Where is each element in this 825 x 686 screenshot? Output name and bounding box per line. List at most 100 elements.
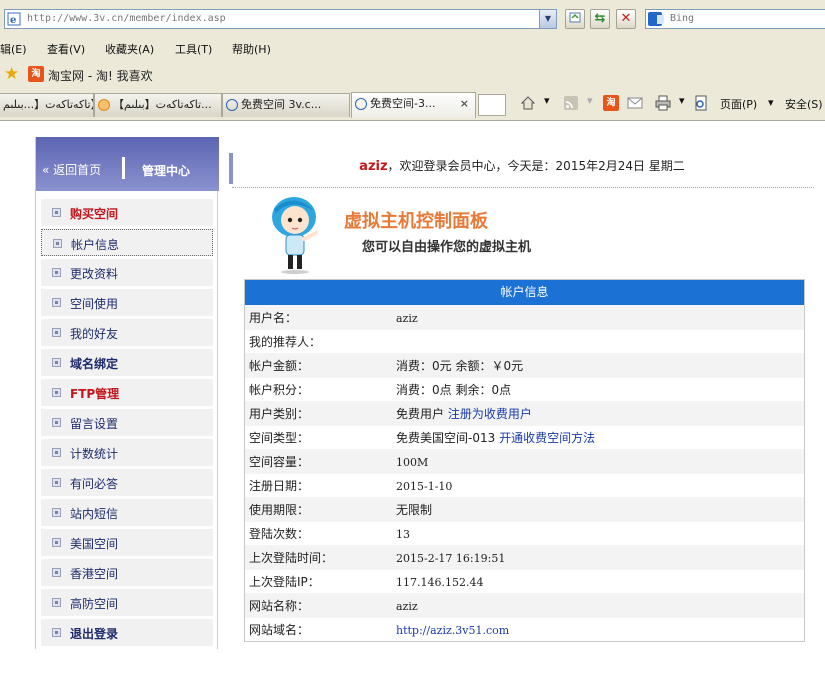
table-row: 注册日期： 2015-1-10 bbox=[245, 473, 804, 498]
sidebar-item-label: 香港空间 bbox=[70, 567, 119, 581]
sidebar-item-label: 高防空间 bbox=[70, 597, 119, 611]
tab-bar: ئا【تاکەتاکەت【...بىلىم 【تاکەتاکەت【بىلىم..… bbox=[0, 89, 825, 121]
safety-menu[interactable]: 安全(S) bbox=[785, 96, 823, 112]
paid-space-guide-link[interactable]: 开通收费空间方法 bbox=[499, 431, 595, 445]
tab-1-label: ئا【تاکەتاکەت【...بىلىم bbox=[3, 98, 93, 111]
sidebar-item-faq[interactable]: 有问必答 bbox=[41, 469, 213, 496]
row-value: aziz bbox=[396, 311, 418, 325]
sidebar-item-label: 购买空间 bbox=[70, 207, 119, 221]
square-bullet-icon bbox=[52, 388, 61, 397]
sidebar-item-space-usage[interactable]: 空间使用 bbox=[41, 289, 213, 316]
page-dropdown-icon[interactable]: ▾ bbox=[768, 96, 774, 109]
url-text: http://www.3v.cn/member/index.asp bbox=[27, 13, 226, 24]
square-bullet-icon bbox=[52, 418, 61, 427]
print-icon[interactable] bbox=[655, 95, 671, 111]
sidebar-item-us-space[interactable]: 美国空间 bbox=[41, 529, 213, 556]
page-menu[interactable]: 页面(P) bbox=[720, 96, 757, 112]
upgrade-to-paid-link[interactable]: 注册为收费用户 bbox=[448, 407, 532, 421]
close-tab-icon[interactable]: × bbox=[460, 93, 469, 115]
website-domain-link[interactable]: http://aziz.3v51.com bbox=[396, 624, 509, 637]
refresh-icon: ⇆ bbox=[594, 11, 606, 26]
row-key: 注册日期： bbox=[245, 473, 390, 498]
row-key: 帐户积分： bbox=[245, 377, 390, 402]
menu-edit[interactable]: 辑(E) bbox=[0, 41, 27, 57]
sidebar-item-ddos-protected-space[interactable]: 高防空间 bbox=[41, 589, 213, 616]
table-row: 上次登陆时间： 2015-2-17 16:19:51 bbox=[245, 545, 804, 570]
sidebar-item-my-friends[interactable]: 我的好友 bbox=[41, 319, 213, 346]
print-dropdown-icon[interactable]: ▾ bbox=[679, 94, 685, 107]
favorites-star-icon[interactable]: ★ bbox=[4, 65, 19, 83]
address-dropdown-icon[interactable]: ▼ bbox=[539, 10, 556, 28]
sidebar-item-label: 域名绑定 bbox=[70, 357, 119, 371]
sidebar-item-message-settings[interactable]: 留言设置 bbox=[41, 409, 213, 436]
tab-3[interactable]: 免费空间 3v.c... bbox=[222, 93, 350, 117]
page-tools-icon[interactable] bbox=[693, 95, 709, 111]
header-divider bbox=[122, 157, 125, 179]
tab-4-active[interactable]: 免费空间-3... × bbox=[351, 92, 476, 118]
tab-2[interactable]: 【تاکەتاکەت【بىلىم... bbox=[94, 93, 222, 117]
welcome-text: ，欢迎登录会员中心，今天是：2015年2月24日 星期二 bbox=[387, 159, 685, 173]
sidebar-item-logout[interactable]: 退出登录 bbox=[41, 619, 213, 646]
welcome-message: aziz，欢迎登录会员中心，今天是：2015年2月24日 星期二 bbox=[232, 157, 812, 174]
row-value: 13 bbox=[396, 527, 410, 541]
square-bullet-icon bbox=[52, 628, 61, 637]
square-bullet-icon bbox=[52, 298, 61, 307]
tab-1[interactable]: ئا【تاکەتاکەت【...بىلىم bbox=[0, 93, 94, 117]
tab-3-label: 免费空间 3v.c... bbox=[241, 98, 322, 111]
table-row: 帐户积分： 消费：0点 剩余：0点 bbox=[245, 377, 804, 402]
back-home-link[interactable]: « 返回首页 bbox=[42, 161, 101, 178]
rss-feed-icon[interactable] bbox=[563, 95, 579, 111]
table-row: 上次登陆IP： 117.146.152.44 bbox=[245, 569, 804, 594]
menu-view[interactable]: 查看(V) bbox=[47, 41, 85, 57]
square-bullet-icon bbox=[52, 478, 61, 487]
taobao-cmd-icon[interactable]: 淘 bbox=[603, 95, 619, 111]
square-bullet-icon bbox=[52, 328, 61, 337]
menu-tools[interactable]: 工具(T) bbox=[175, 41, 212, 57]
row-value bbox=[390, 329, 804, 354]
row-key: 网站名称： bbox=[245, 593, 390, 618]
ie-page-icon: e bbox=[7, 12, 21, 26]
compat-view-button[interactable] bbox=[565, 9, 585, 29]
row-key: 我的推荐人： bbox=[245, 329, 390, 354]
sidebar-item-site-messages[interactable]: 站内短信 bbox=[41, 499, 213, 526]
mail-icon[interactable] bbox=[627, 95, 643, 111]
panel-title: 虚拟主机控制面板 bbox=[344, 211, 488, 232]
table-row: 登陆次数： 13 bbox=[245, 521, 804, 546]
sidebar-item-label: 我的好友 bbox=[70, 327, 119, 341]
menu-help[interactable]: 帮助(H) bbox=[232, 41, 271, 57]
sidebar-item-label: 留言设置 bbox=[70, 417, 119, 431]
table-row: 网站名称： aziz bbox=[245, 593, 804, 618]
tab-4-label: 免费空间-3... bbox=[370, 97, 436, 110]
refresh-button[interactable]: ⇆ bbox=[590, 9, 610, 29]
double-chevron-left-icon: « bbox=[42, 163, 50, 177]
home-icon[interactable] bbox=[520, 95, 536, 111]
sidebar-item-hk-space[interactable]: 香港空间 bbox=[41, 559, 213, 586]
square-bullet-icon bbox=[53, 239, 62, 248]
sidebar-item-label: 计数统计 bbox=[70, 447, 119, 461]
row-value: 117.146.152.44 bbox=[396, 575, 484, 589]
favorite-link-taobao[interactable]: 淘宝网 - 淘! 我喜欢 bbox=[48, 67, 153, 84]
new-tab-button[interactable] bbox=[478, 94, 506, 116]
sidebar-item-buy-space[interactable]: 购买空间 bbox=[41, 199, 213, 226]
sidebar-item-label: 空间使用 bbox=[70, 297, 119, 311]
rss-dropdown-icon[interactable]: ▾ bbox=[587, 94, 593, 107]
tab-2-label: 【تاکەتاکەت【بىلىم... bbox=[113, 98, 212, 111]
sidebar-item-domain-binding[interactable]: 域名绑定 bbox=[41, 349, 213, 376]
address-input[interactable]: e http://www.3v.cn/member/index.asp ▼ bbox=[4, 9, 557, 29]
home-dropdown-icon[interactable]: ▾ bbox=[544, 94, 550, 107]
stop-button[interactable]: ✕ bbox=[616, 9, 636, 29]
square-bullet-icon bbox=[52, 208, 61, 217]
menu-favorites[interactable]: 收藏夹(A) bbox=[105, 41, 154, 57]
row-key: 用户类别： bbox=[245, 401, 390, 426]
sidebar-item-ftp-management[interactable]: FTP管理 bbox=[41, 379, 213, 406]
search-input[interactable]: Bing bbox=[645, 9, 825, 29]
sidebar-item-edit-profile[interactable]: 更改资料 bbox=[41, 259, 213, 286]
sidebar-item-counter-stats[interactable]: 计数统计 bbox=[41, 439, 213, 466]
sidebar-item-label: 站内短信 bbox=[70, 507, 119, 521]
sidebar-item-account-info[interactable]: 帐户信息 bbox=[41, 229, 213, 256]
menu-bar: 辑(E) 查看(V) 收藏夹(A) 工具(T) 帮助(H) bbox=[0, 37, 825, 60]
sidebar-item-label: 退出登录 bbox=[70, 627, 119, 641]
member-sidebar: « 返回首页 管理中心 购买空间 帐户信息 更改资料 空间使用 我的好友 域名绑… bbox=[35, 137, 219, 649]
panel-subtitle: 您可以自由操作您的虚拟主机 bbox=[362, 240, 532, 255]
row-key: 空间类型： bbox=[245, 425, 390, 450]
